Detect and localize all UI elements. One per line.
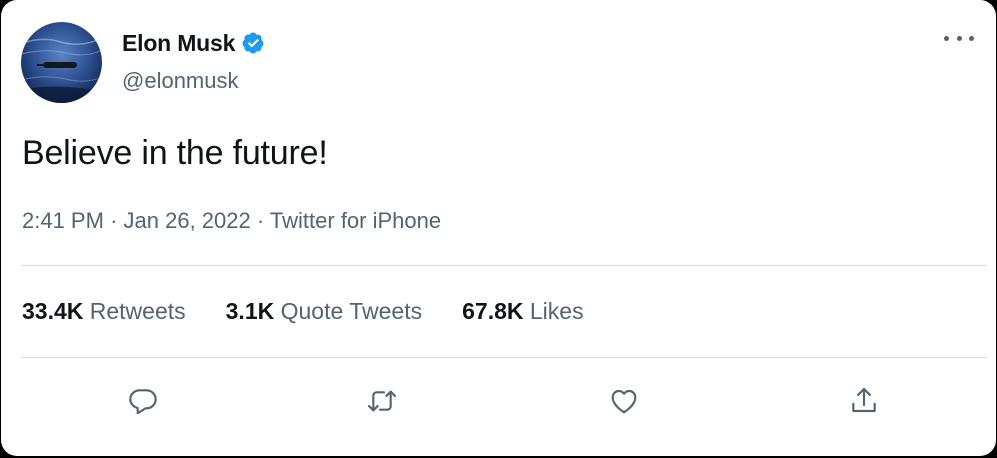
tweet-source[interactable]: Twitter for iPhone [270, 208, 441, 233]
author-name-row[interactable]: Elon Musk [122, 26, 265, 60]
retweets-stat[interactable]: 33.4K Retweets [22, 298, 186, 325]
tweet-date[interactable]: Jan 26, 2022 [124, 208, 251, 233]
reply-icon [129, 389, 157, 415]
share-icon [852, 387, 876, 413]
likes-stat[interactable]: 67.8K Likes [462, 298, 583, 325]
tweet-text: Believe in the future! [22, 134, 328, 172]
avatar-photo-icon [21, 22, 102, 103]
divider [22, 265, 986, 266]
author-display-name[interactable]: Elon Musk [122, 30, 235, 57]
like-button[interactable] [601, 378, 647, 424]
retweet-button[interactable] [359, 378, 405, 424]
verified-badge-icon [241, 31, 265, 55]
reply-button[interactable] [120, 378, 166, 424]
share-button[interactable] [841, 378, 887, 424]
tweet-stats: 33.4K Retweets 3.1K Quote Tweets 67.8K L… [22, 298, 624, 325]
quote-tweets-stat[interactable]: 3.1K Quote Tweets [226, 298, 422, 325]
more-options-icon[interactable] [944, 26, 974, 50]
retweet-icon [368, 390, 396, 412]
avatar[interactable] [21, 22, 102, 103]
tweet-time[interactable]: 2:41 PM [22, 208, 104, 233]
tweet-meta: 2:41 PM · Jan 26, 2022 · Twitter for iPh… [22, 208, 441, 234]
heart-icon [611, 389, 637, 414]
divider [22, 357, 986, 358]
likes-label: Likes [529, 298, 584, 324]
tweet-actions [1, 378, 996, 424]
more-dot [956, 35, 962, 41]
more-dot [969, 35, 974, 41]
retweets-count: 33.4K [22, 298, 90, 324]
quote-tweets-count: 3.1K [225, 298, 281, 324]
meta-separator: · [256, 208, 270, 233]
quote-tweets-label: Quote Tweets [280, 298, 423, 324]
more-dot [944, 35, 949, 41]
author-handle[interactable]: @elonmusk [122, 68, 239, 94]
tweet-card: Elon Musk @elonmusk Believe in the futur… [1, 0, 996, 456]
likes-count: 67.8K [462, 298, 530, 324]
retweets-label: Retweets [89, 298, 186, 324]
meta-separator: · [110, 208, 124, 233]
